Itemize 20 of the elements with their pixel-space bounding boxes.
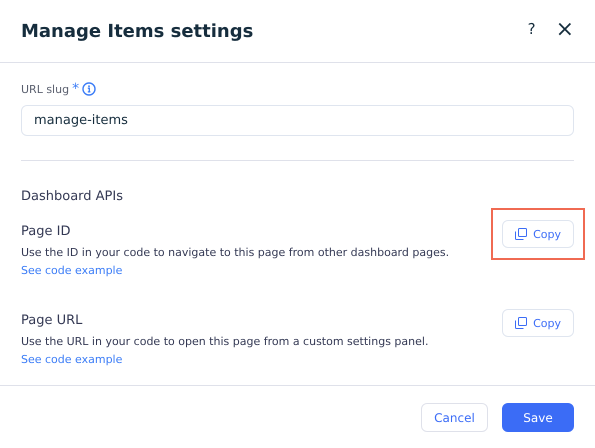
api-description: Use the ID in your code to navigate to this page from other dashboard pages. (21, 246, 450, 259)
copy-button[interactable]: Copy (502, 309, 574, 337)
code-example-link[interactable]: See code example (21, 264, 122, 277)
required-mark: * (72, 81, 80, 97)
dialog-title: Manage Items settings (21, 20, 254, 42)
slug-input[interactable]: manage-items (21, 105, 574, 136)
info-icon[interactable] (82, 82, 96, 96)
save-button[interactable]: Save (502, 403, 574, 432)
api-description: Use the URL in your code to open this page from a custom settings panel. (21, 335, 428, 348)
copy-icon (515, 228, 528, 240)
copy-icon (515, 317, 528, 329)
copy-button[interactable]: Copy (502, 220, 574, 248)
api-title: Page URL (21, 313, 84, 328)
close-icon[interactable]: × (556, 16, 574, 42)
cancel-button[interactable]: Cancel (421, 403, 488, 432)
field-label: URL slug (21, 82, 70, 96)
code-example-link[interactable]: See code example (21, 353, 122, 366)
section-title: Dashboard APIs (21, 189, 124, 204)
api-title: Page ID (21, 224, 72, 239)
help-icon[interactable]: ? (528, 20, 536, 38)
